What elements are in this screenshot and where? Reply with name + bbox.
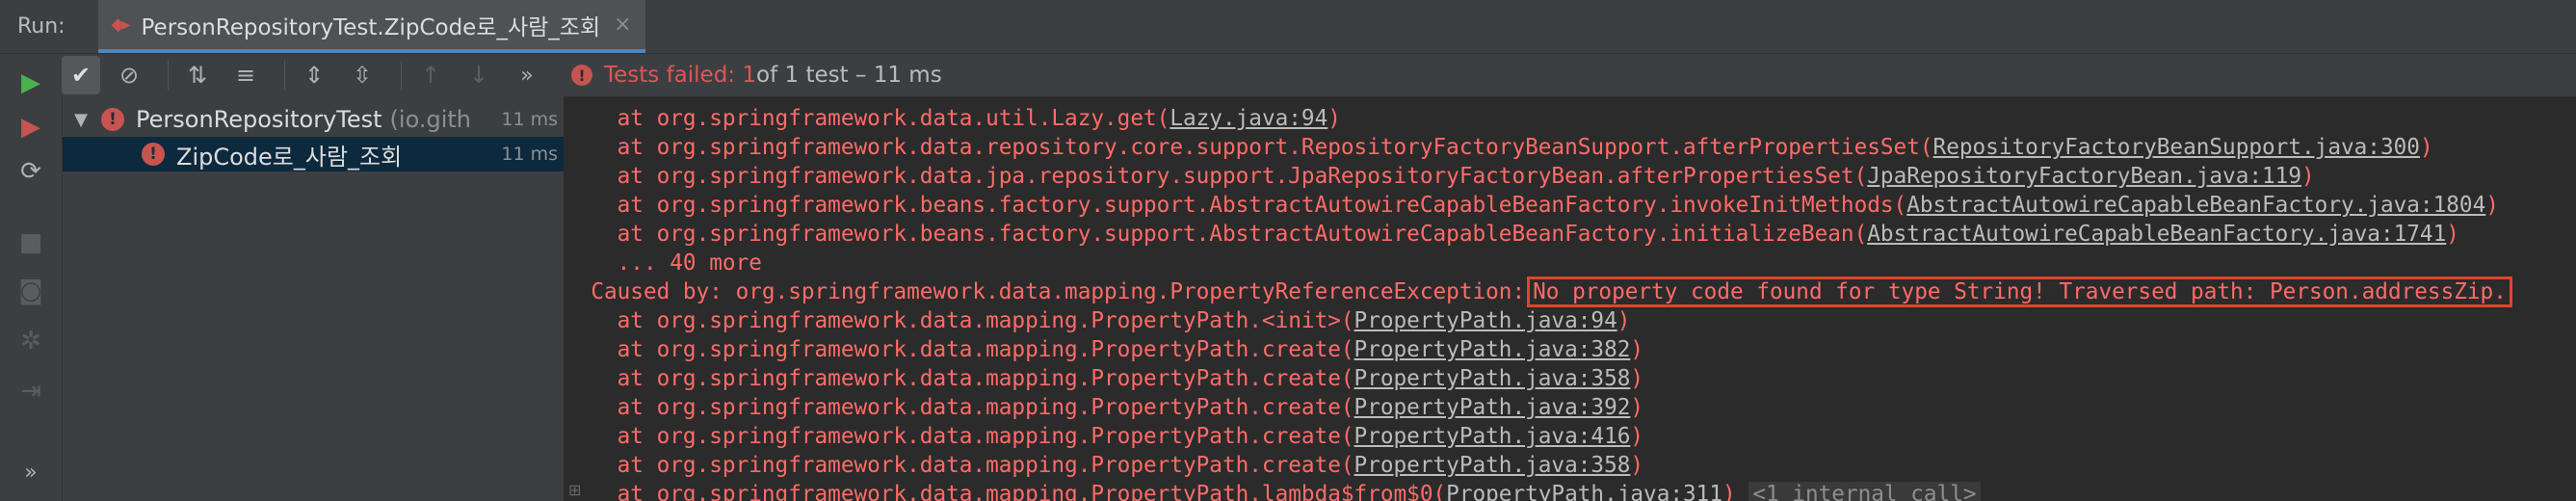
run-label: Run:: [17, 14, 66, 39]
toolbar-divider: [168, 61, 169, 90]
stack-line: at org.springframework.data.repository.c…: [565, 135, 2433, 160]
tab-title: PersonRepositoryTest.ZipCode로_사람_조회: [141, 14, 601, 40]
expand-all-icon[interactable]: ⇕: [295, 56, 333, 94]
tree-item-test[interactable]: ! ZipCode로_사람_조회 11 ms: [63, 137, 564, 171]
tree-item-label: ZipCode로_사람_조회: [176, 143, 403, 171]
tree-item-package: (io.gith: [389, 106, 471, 133]
stack-line: at org.springframework.data.util.Lazy.ge…: [565, 106, 1341, 131]
stack-line: at org.springframework.data.mapping.Prop…: [565, 366, 1644, 391]
tab-person-repository-test[interactable]: ◆▸ PersonRepositoryTest.ZipCode로_사람_조회 ×: [97, 0, 645, 53]
rerun-failed-icon[interactable]: ▶: [12, 108, 50, 146]
source-link[interactable]: PropertyPath.java:358: [1354, 453, 1631, 478]
error-icon: !: [142, 143, 165, 166]
internal-calls-fold[interactable]: <1 internal call>: [1748, 482, 1981, 501]
sort-alphabetically-icon[interactable]: ⇅: [178, 56, 217, 94]
source-link[interactable]: AbstractAutowireCapableBeanFactory.java:…: [1906, 193, 2485, 218]
show-ignored-icon[interactable]: ⊘: [110, 56, 148, 94]
stack-line: at org.springframework.data.mapping.Prop…: [565, 424, 1644, 449]
toggle-auto-test-icon[interactable]: ⟳: [12, 152, 50, 191]
stack-line: at org.springframework.data.mapping.Prop…: [565, 453, 1644, 478]
source-link[interactable]: PropertyPath.java:392: [1354, 395, 1631, 420]
show-passed-icon[interactable]: ✔: [62, 56, 100, 94]
source-link[interactable]: PropertyPath.java:358: [1354, 366, 1631, 391]
left-toolbar: ▶ ▶ ⟳ ■ ◙ ✲ ⇥ »: [0, 54, 63, 501]
toolbar-divider: [401, 61, 402, 90]
run-tab-bar: Run: ◆▸ PersonRepositoryTest.ZipCode로_사람…: [0, 0, 2576, 54]
toolbar-divider: [284, 61, 285, 90]
source-link[interactable]: AbstractAutowireCapableBeanFactory.java:…: [1867, 222, 2446, 247]
error-icon: !: [101, 108, 124, 131]
source-link[interactable]: RepositoryFactoryBeanSupport.java:300: [1933, 135, 2420, 160]
sort-by-duration-icon[interactable]: ≡: [226, 56, 265, 94]
fold-gutter-icon[interactable]: ⊞: [568, 481, 581, 499]
stack-line: at org.springframework.data.mapping.Prop…: [565, 308, 1631, 333]
source-link[interactable]: PropertyPath.java:416: [1354, 424, 1631, 449]
console-output[interactable]: at org.springframework.data.util.Lazy.ge…: [565, 96, 2576, 501]
camera-icon[interactable]: ◙: [12, 272, 50, 310]
status-summary: of 1 test – 11 ms: [756, 63, 942, 88]
source-link[interactable]: PropertyPath.java:94: [1354, 308, 1617, 333]
test-toolbar: ✔ ⊘ ⇅ ≡ ⇕ ⇳ ↑ ↓ » ! Tests failed: 1 of 1…: [62, 54, 2576, 96]
error-icon: !: [571, 65, 592, 86]
tree-item-time: 11 ms: [501, 109, 558, 130]
source-link[interactable]: JpaRepositoryFactoryBean.java:119: [1867, 164, 2301, 189]
caused-by-line: Caused by: org.springframework.data.mapp…: [565, 277, 2512, 307]
debug-icon[interactable]: ✲: [12, 322, 50, 360]
stack-line: at org.springframework.data.mapping.Prop…: [565, 480, 1981, 501]
next-failed-icon[interactable]: ↓: [460, 56, 498, 94]
stop-icon[interactable]: ■: [12, 224, 50, 262]
previous-failed-icon[interactable]: ↑: [411, 56, 450, 94]
highlighted-error-message: No property code found for type String! …: [1527, 277, 2512, 307]
more-actions-icon[interactable]: »: [12, 453, 50, 491]
more-toolbar-icon[interactable]: »: [508, 56, 546, 94]
chevron-down-icon[interactable]: ▼: [68, 110, 93, 130]
stack-line: at org.springframework.beans.factory.sup…: [565, 222, 2459, 247]
test-tree: ▼ ! PersonRepositoryTest (io.gith 11 ms …: [63, 96, 565, 501]
stack-line: at org.springframework.data.mapping.Prop…: [565, 337, 1644, 362]
rerun-icon[interactable]: ▶: [12, 64, 50, 102]
source-link[interactable]: Lazy.java:94: [1170, 106, 1327, 131]
import-icon[interactable]: ⇥: [12, 372, 50, 410]
test-failed-icon: ◆▸: [111, 14, 131, 35]
stack-line: at org.springframework.beans.factory.sup…: [565, 193, 2499, 218]
source-link[interactable]: PropertyPath.java:382: [1354, 337, 1631, 362]
tree-item-root[interactable]: ▼ ! PersonRepositoryTest (io.gith 11 ms: [63, 102, 564, 137]
collapse-all-icon[interactable]: ⇳: [343, 56, 381, 94]
stack-line-more: ... 40 more: [565, 250, 762, 276]
tree-item-time: 11 ms: [501, 144, 558, 165]
tree-item-label: PersonRepositoryTest: [136, 106, 382, 133]
source-link[interactable]: PropertyPath.java:311: [1446, 482, 1722, 501]
stack-line: at org.springframework.data.jpa.reposito…: [565, 164, 2315, 189]
status-failed: Tests failed: 1: [604, 63, 757, 88]
test-status: ! Tests failed: 1 of 1 test – 11 ms: [571, 63, 942, 88]
close-icon[interactable]: ×: [614, 13, 631, 37]
stack-line: at org.springframework.data.mapping.Prop…: [565, 395, 1644, 420]
